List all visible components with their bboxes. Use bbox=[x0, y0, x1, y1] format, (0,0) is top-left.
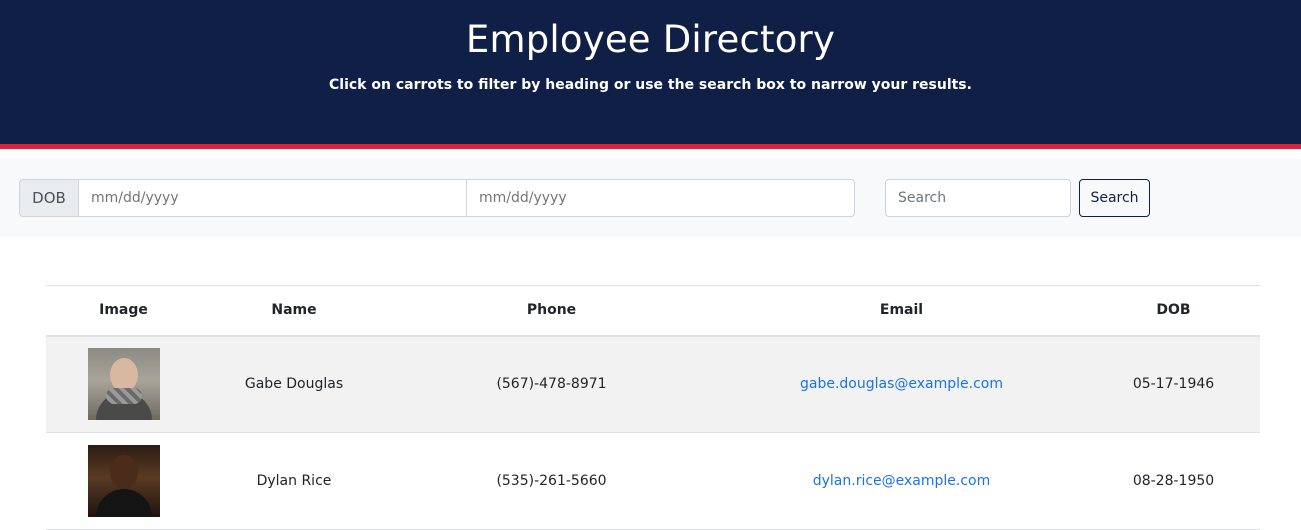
email-link[interactable]: dylan.rice@example.com bbox=[813, 473, 991, 489]
dob-end-input[interactable] bbox=[467, 179, 855, 217]
employee-table: Image Name Phone Email DOB Gabe Douglas … bbox=[46, 285, 1260, 530]
table-header-row: Image Name Phone Email DOB bbox=[46, 285, 1260, 337]
column-header-email[interactable]: Email bbox=[716, 285, 1087, 337]
dob-start-input[interactable] bbox=[79, 179, 467, 217]
employee-photo bbox=[87, 445, 160, 517]
table-row: Dylan Rice (535)-261-5660 dylan.rice@exa… bbox=[46, 432, 1260, 530]
search-button[interactable]: Search bbox=[1079, 179, 1150, 217]
search-input[interactable] bbox=[885, 179, 1071, 217]
email-link[interactable]: gabe.douglas@example.com bbox=[800, 376, 1003, 392]
dob-cell: 08-28-1950 bbox=[1087, 432, 1260, 530]
dob-range-group: DOB bbox=[19, 179, 855, 217]
phone-cell: (567)-478-8971 bbox=[387, 335, 716, 433]
filter-bar: DOB Search bbox=[0, 159, 1301, 237]
column-header-name[interactable]: Name bbox=[201, 285, 387, 337]
page-header: Employee Directory Click on carrots to f… bbox=[0, 0, 1301, 149]
page-title: Employee Directory bbox=[465, 18, 836, 61]
employee-table-container: Image Name Phone Email DOB Gabe Douglas … bbox=[46, 285, 1260, 530]
name-cell: Dylan Rice bbox=[201, 432, 387, 530]
dob-cell: 05-17-1946 bbox=[1087, 335, 1260, 433]
column-header-dob[interactable]: DOB bbox=[1087, 285, 1260, 337]
page-subtitle: Click on carrots to filter by heading or… bbox=[329, 77, 972, 93]
name-cell: Gabe Douglas bbox=[201, 335, 387, 433]
email-cell: dylan.rice@example.com bbox=[716, 432, 1087, 530]
employee-photo bbox=[87, 348, 160, 421]
column-header-phone[interactable]: Phone bbox=[387, 285, 716, 337]
image-cell bbox=[46, 432, 201, 530]
column-header-image[interactable]: Image bbox=[46, 285, 201, 337]
table-row: Gabe Douglas (567)-478-8971 gabe.douglas… bbox=[46, 335, 1260, 433]
phone-cell: (535)-261-5660 bbox=[387, 432, 716, 530]
image-cell bbox=[46, 335, 201, 433]
dob-label: DOB bbox=[19, 179, 79, 217]
email-cell: gabe.douglas@example.com bbox=[716, 335, 1087, 433]
